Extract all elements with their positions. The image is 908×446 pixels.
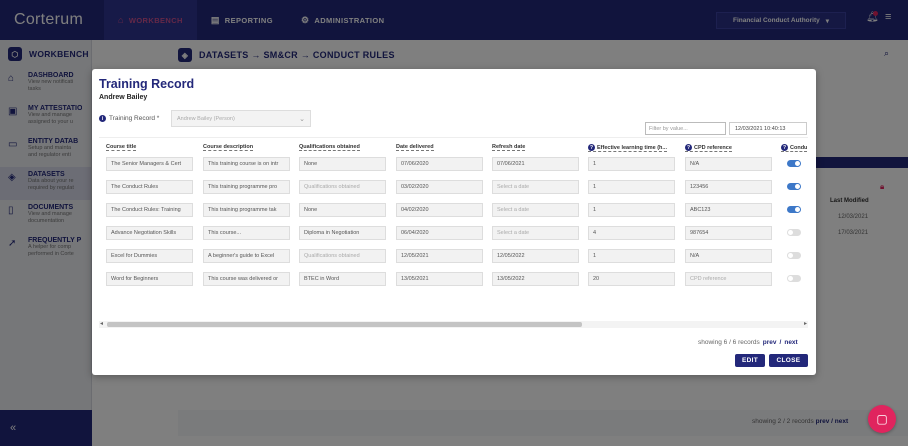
conduct-toggle[interactable]: [787, 206, 801, 213]
edit-button[interactable]: EDIT: [735, 354, 765, 367]
course-description-cell[interactable]: A beginner's guide to Excel: [203, 249, 290, 263]
chat-launcher-icon[interactable]: ▢: [868, 405, 896, 433]
date-delivered-cell[interactable]: 04/02/2020: [396, 203, 483, 217]
learning-time-cell[interactable]: 1: [588, 180, 675, 194]
date-delivered-cell[interactable]: 07/06/2020: [396, 157, 483, 171]
course-description-cell[interactable]: This training programme tak: [203, 203, 290, 217]
records-count: showing 6 / 6 records: [698, 339, 760, 346]
modal-title: Training Record: [99, 77, 195, 91]
scrollbar-thumb[interactable]: [107, 322, 582, 327]
close-button[interactable]: CLOSE: [769, 354, 808, 367]
info-icon[interactable]: ?: [781, 144, 788, 151]
training-table: Course title Course description Qualific…: [99, 137, 808, 327]
course-title-cell[interactable]: Excel for Dummies: [106, 249, 193, 263]
qualifications-cell[interactable]: BTEC in Word: [299, 272, 386, 286]
conduct-toggle[interactable]: [787, 252, 801, 259]
learning-time-cell[interactable]: 4: [588, 226, 675, 240]
date-delivered-cell[interactable]: 06/04/2020: [396, 226, 483, 240]
date-delivered-cell[interactable]: 13/05/2021: [396, 272, 483, 286]
column-header-learning-time[interactable]: ? Effective learning time (h...: [588, 144, 667, 152]
modal-pagination: showing 6 / 6 records prev / next: [698, 339, 798, 346]
modal-subtitle: Andrew Bailey: [99, 94, 148, 101]
horizontal-scrollbar[interactable]: ◂ ▸: [99, 321, 808, 328]
date-delivered-cell[interactable]: 12/05/2021: [396, 249, 483, 263]
course-title-cell[interactable]: The Conduct Rules: [106, 180, 193, 194]
cpd-reference-cell[interactable]: 987654: [685, 226, 772, 240]
scroll-right-icon[interactable]: ▸: [804, 320, 807, 327]
training-record-select[interactable]: Andrew Bailey (Person) ⌄: [171, 110, 311, 127]
refresh-date-cell[interactable]: Select a date: [492, 180, 579, 194]
column-header-date-delivered[interactable]: Date delivered: [396, 144, 434, 151]
field-label: Training Record *: [109, 115, 160, 122]
course-description-cell[interactable]: This training course is on intr: [203, 157, 290, 171]
cpd-reference-cell[interactable]: 123456: [685, 180, 772, 194]
cpd-reference-cell[interactable]: ABC123: [685, 203, 772, 217]
course-title-cell[interactable]: Advance Negotiation Skills: [106, 226, 193, 240]
prev-link[interactable]: prev: [763, 339, 777, 346]
column-header-cpd-reference[interactable]: ? CPD reference: [685, 144, 732, 152]
date-delivered-cell[interactable]: 03/02/2020: [396, 180, 483, 194]
refresh-date-cell[interactable]: Select a date: [492, 203, 579, 217]
qualifications-cell[interactable]: Qualifications obtained: [299, 180, 386, 194]
refresh-date-cell[interactable]: 07/06/2021: [492, 157, 579, 171]
learning-time-cell[interactable]: 1: [588, 157, 675, 171]
conduct-toggle[interactable]: [787, 183, 801, 190]
course-description-cell[interactable]: This course...: [203, 226, 290, 240]
cpd-reference-cell[interactable]: CPD reference: [685, 272, 772, 286]
pagination-separator: /: [779, 339, 782, 346]
timestamp-field[interactable]: 12/03/2021 10:40:13: [729, 122, 807, 135]
column-header-refresh-date[interactable]: Refresh date: [492, 144, 526, 151]
column-header-label: CPD reference: [694, 144, 732, 151]
course-title-cell[interactable]: The Senior Managers & Cert: [106, 157, 193, 171]
qualifications-cell[interactable]: None: [299, 157, 386, 171]
conduct-toggle[interactable]: [787, 229, 801, 236]
conduct-toggle[interactable]: [787, 275, 801, 282]
course-title-cell[interactable]: The Conduct Rules: Training: [106, 203, 193, 217]
info-icon[interactable]: ?: [588, 144, 595, 151]
cpd-reference-cell[interactable]: N/A: [685, 157, 772, 171]
qualifications-cell[interactable]: None: [299, 203, 386, 217]
column-header-label: Condu: [790, 144, 808, 151]
qualifications-cell[interactable]: Qualifications obtained: [299, 249, 386, 263]
course-description-cell[interactable]: This course was delivered or: [203, 272, 290, 286]
column-header-conduct[interactable]: ? Condu: [781, 144, 808, 152]
learning-time-cell[interactable]: 1: [588, 249, 675, 263]
conduct-toggle[interactable]: [787, 160, 801, 167]
cpd-reference-cell[interactable]: N/A: [685, 249, 772, 263]
refresh-date-cell[interactable]: 13/05/2022: [492, 272, 579, 286]
course-description-cell[interactable]: This training programme pro: [203, 180, 290, 194]
training-record-label: i Training Record *: [99, 115, 159, 122]
column-header-course-description[interactable]: Course description: [203, 144, 254, 151]
column-header-qualifications[interactable]: Qualifications obtained: [299, 144, 360, 151]
training-record-modal: Training Record Andrew Bailey i Training …: [92, 69, 816, 375]
chevron-down-icon: ⌄: [299, 116, 305, 123]
qualifications-cell[interactable]: Diploma in Negotiation: [299, 226, 386, 240]
learning-time-cell[interactable]: 20: [588, 272, 675, 286]
refresh-date-cell[interactable]: 12/05/2022: [492, 249, 579, 263]
column-header-course-title[interactable]: Course title: [106, 144, 137, 151]
course-title-cell[interactable]: Word for Beginners: [106, 272, 193, 286]
filter-input[interactable]: Filter by value...: [645, 122, 726, 135]
column-header-label: Effective learning time (h...: [597, 144, 667, 151]
next-link[interactable]: next: [784, 339, 797, 346]
learning-time-cell[interactable]: 1: [588, 203, 675, 217]
info-icon[interactable]: ?: [685, 144, 692, 151]
refresh-date-cell[interactable]: Select a date: [492, 226, 579, 240]
info-icon[interactable]: i: [99, 115, 106, 122]
scroll-left-icon[interactable]: ◂: [100, 320, 103, 327]
select-value: Andrew Bailey (Person): [177, 115, 235, 122]
